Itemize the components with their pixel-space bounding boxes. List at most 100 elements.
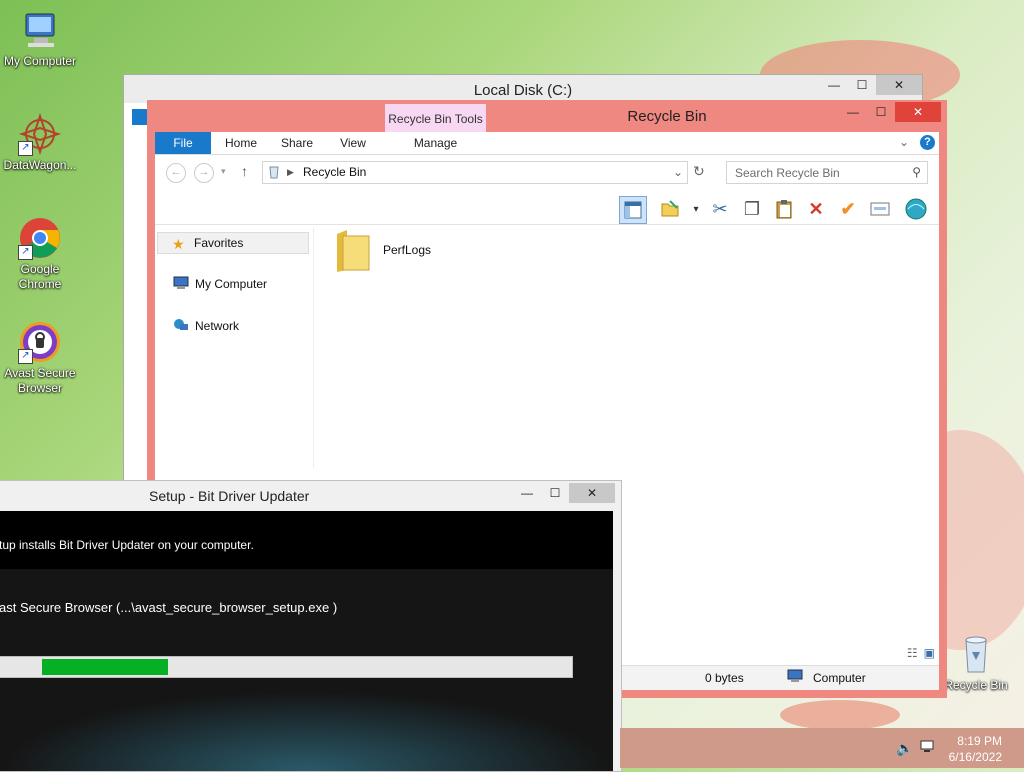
close-button[interactable]: ✕ bbox=[895, 102, 941, 122]
tab-manage[interactable]: Manage bbox=[385, 132, 486, 154]
close-button[interactable]: ✕ bbox=[569, 483, 615, 503]
minimize-button[interactable]: — bbox=[839, 102, 867, 122]
large-icons-view-icon[interactable]: ▣ bbox=[924, 646, 935, 660]
item-name: PerfLogs bbox=[383, 243, 432, 257]
nav-item-label: My Computer bbox=[195, 277, 268, 291]
datawagon-icon: ↗ bbox=[18, 112, 62, 156]
close-button[interactable]: ✕ bbox=[876, 75, 922, 95]
address-bar-row: ← → ▾ ↑ ▶ Recycle Bin ⌄ ↻ Search Recycle… bbox=[155, 158, 939, 188]
preview-pane-icon[interactable] bbox=[619, 196, 647, 224]
status-size: 0 bytes bbox=[705, 671, 744, 685]
clock-date: 6/16/2022 bbox=[948, 750, 1002, 764]
local-disk-titlebar[interactable]: Local Disk (C:) — ☐ ✕ bbox=[124, 75, 922, 103]
maximize-button[interactable]: ☐ bbox=[867, 102, 895, 122]
check-icon[interactable]: ✔ bbox=[835, 196, 861, 222]
minimize-button[interactable]: — bbox=[820, 75, 848, 95]
window-title: Recycle Bin bbox=[627, 108, 707, 125]
view-toggle: ☷ ▣ bbox=[907, 646, 935, 660]
progress-bar bbox=[0, 656, 573, 678]
setup-window[interactable]: Setup - Bit Driver Updater — ☐ ✕ tup ins… bbox=[0, 480, 622, 772]
minimize-button[interactable]: — bbox=[513, 483, 541, 503]
rename-icon[interactable] bbox=[867, 196, 893, 222]
toolbar: ▾ ✂ ❐ ✕ ✔ bbox=[155, 192, 939, 225]
desktop-icon-label: My Computer bbox=[3, 54, 77, 68]
window-title: Local Disk (C:) bbox=[473, 82, 573, 99]
up-arrow-icon[interactable]: ↑ bbox=[241, 163, 248, 179]
desktop-icon-label: DataWagon... bbox=[3, 158, 77, 172]
shortcut-arrow-icon: ↗ bbox=[18, 349, 33, 364]
desktop-icon-label: Recycle Bin bbox=[944, 678, 1008, 692]
local-disk-left-strip bbox=[132, 107, 148, 487]
network-tray-icon[interactable] bbox=[920, 740, 936, 757]
properties-folder-icon[interactable] bbox=[657, 196, 683, 222]
address-text: Recycle Bin bbox=[303, 165, 367, 179]
volume-muted-icon[interactable]: 🔈 bbox=[896, 740, 913, 757]
taskbar: 🔈 8:19 PM 6/16/2022 bbox=[620, 728, 1024, 768]
maximize-button[interactable]: ☐ bbox=[541, 483, 569, 503]
nav-item-my-computer[interactable]: My Computer bbox=[157, 274, 307, 294]
recent-locations-icon[interactable]: ▾ bbox=[221, 166, 226, 177]
contextual-tab-group-label: Recycle Bin Tools bbox=[388, 112, 483, 126]
address-dropdown-icon[interactable]: ⌄ bbox=[673, 165, 683, 179]
recycle-bin-titlebar[interactable]: Recycle Bin Tools Recycle Bin — ☐ ✕ bbox=[147, 100, 947, 156]
search-icon: ⚲ bbox=[912, 165, 921, 179]
paste-icon[interactable] bbox=[771, 196, 797, 222]
setup-background-art bbox=[0, 691, 613, 771]
desktop-icon-avast-secure-browser[interactable]: ↗ Avast Secure Browser bbox=[0, 320, 80, 396]
wallpaper-flower bbox=[780, 700, 900, 730]
search-input[interactable]: Search Recycle Bin ⚲ bbox=[726, 161, 928, 184]
shortcut-arrow-icon: ↗ bbox=[18, 245, 33, 260]
address-input[interactable]: ▶ Recycle Bin ⌄ bbox=[262, 161, 688, 184]
tab-share[interactable]: Share bbox=[271, 132, 323, 154]
star-icon: ★ bbox=[172, 236, 185, 252]
breadcrumb-chevron-icon: ▶ bbox=[287, 167, 294, 177]
details-view-icon[interactable]: ☷ bbox=[907, 646, 918, 660]
desktop-icon-label: Google Chrome bbox=[18, 262, 62, 291]
desktop-icon-my-computer[interactable]: My Computer bbox=[0, 8, 80, 69]
setup-body: tup installs Bit Driver Updater on your … bbox=[0, 511, 613, 771]
tab-file[interactable]: File bbox=[155, 132, 211, 154]
file-list: PerfLogs bbox=[333, 228, 453, 278]
network-icon bbox=[173, 318, 189, 332]
tab-home[interactable]: Home bbox=[215, 132, 267, 154]
refresh-icon[interactable]: ↻ bbox=[693, 163, 705, 180]
back-arrow-icon[interactable]: ← bbox=[166, 163, 186, 183]
setup-titlebar[interactable]: Setup - Bit Driver Updater — ☐ ✕ bbox=[0, 481, 621, 509]
status-location: Computer bbox=[813, 671, 866, 685]
recycle-bin-icon bbox=[954, 632, 998, 676]
nav-item-label: Network bbox=[195, 319, 240, 333]
delete-icon[interactable]: ✕ bbox=[803, 196, 829, 222]
list-item[interactable]: PerfLogs bbox=[333, 228, 453, 278]
search-placeholder: Search Recycle Bin bbox=[735, 166, 840, 180]
shortcut-arrow-icon: ↗ bbox=[18, 141, 33, 156]
forward-arrow-icon[interactable]: → bbox=[194, 163, 214, 183]
navigation-pane: ★ Favorites My Computer Network bbox=[155, 228, 314, 468]
chrome-icon: ↗ bbox=[18, 216, 62, 260]
nav-item-network[interactable]: Network bbox=[157, 316, 307, 336]
expand-ribbon-icon[interactable]: ⌄ bbox=[899, 135, 909, 149]
avast-icon: ↗ bbox=[18, 320, 62, 364]
clock[interactable]: 8:19 PM 6/16/2022 bbox=[949, 733, 1002, 765]
tab-view[interactable]: View bbox=[327, 132, 379, 154]
maximize-button[interactable]: ☐ bbox=[848, 75, 876, 95]
dropdown-arrow-icon[interactable]: ▾ bbox=[683, 196, 709, 222]
window-title: Setup - Bit Driver Updater bbox=[149, 488, 310, 504]
computer-icon bbox=[787, 669, 803, 686]
computer-icon bbox=[173, 276, 189, 290]
cut-icon[interactable]: ✂ bbox=[707, 196, 733, 222]
desktop-icon-google-chrome[interactable]: ↗ Google Chrome bbox=[0, 216, 80, 292]
setup-description: tup installs Bit Driver Updater on your … bbox=[0, 538, 254, 552]
setup-header: tup installs Bit Driver Updater on your … bbox=[0, 511, 613, 569]
desktop-icon-recycle-bin[interactable]: Recycle Bin bbox=[936, 632, 1016, 693]
copy-icon[interactable]: ❐ bbox=[739, 196, 765, 222]
nav-item-favorites[interactable]: ★ Favorites bbox=[157, 232, 309, 254]
shell-globe-icon[interactable] bbox=[903, 196, 929, 222]
computer-icon bbox=[18, 8, 62, 52]
nav-item-label: Favorites bbox=[194, 236, 244, 250]
ribbon-tabs: File Home Share View Manage ⌄ ? bbox=[155, 132, 939, 155]
desktop-icon-label: Avast Secure Browser bbox=[4, 366, 76, 395]
help-icon[interactable]: ? bbox=[920, 135, 935, 150]
clock-time: 8:19 PM bbox=[957, 734, 1002, 748]
desktop-icon-datawagon[interactable]: ↗ DataWagon... bbox=[0, 112, 80, 173]
folder-icon bbox=[333, 228, 373, 277]
